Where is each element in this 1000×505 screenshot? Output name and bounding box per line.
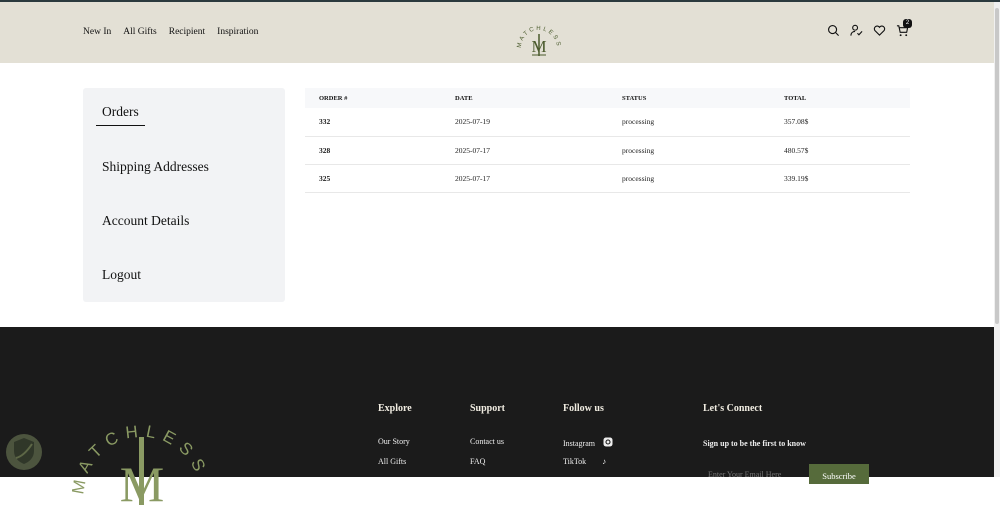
subscribe-button[interactable]: Subscribe <box>809 464 869 484</box>
column-total: TOTAL <box>784 88 910 108</box>
search-icon[interactable] <box>827 24 840 37</box>
main-nav: New In All Gifts Recipient Inspiration <box>83 27 258 37</box>
security-shield-badge-icon[interactable] <box>4 430 44 474</box>
sidebar-item-shipping-addresses[interactable]: Shipping Addresses <box>102 159 209 175</box>
footer-link-our-story[interactable]: Our Story <box>378 437 410 446</box>
order-date: 2025-07-17 <box>455 164 622 193</box>
tiktok-label: TikTok <box>563 457 587 466</box>
scrollbar-thumb[interactable] <box>995 8 999 324</box>
site-footer: MATCHLESS M Explore Our Story All Gifts … <box>0 327 994 505</box>
instagram-icon <box>603 437 613 447</box>
footer-support-heading: Support <box>470 403 506 414</box>
cart-count-badge: 2 <box>903 19 912 28</box>
column-order-number: ORDER # <box>305 88 455 108</box>
order-date: 2025-07-19 <box>455 108 622 137</box>
order-date: 2025-07-17 <box>455 136 622 165</box>
orders-table: ORDER # DATE STATUS TOTAL 332 2025-07-19… <box>305 88 910 193</box>
order-status: processing <box>622 108 784 137</box>
table-row[interactable]: 325 2025-07-17 processing 339.19$ <box>305 164 910 193</box>
order-total: 480.57$ <box>784 136 910 165</box>
column-status: STATUS <box>622 88 784 108</box>
nav-inspiration[interactable]: Inspiration <box>217 27 258 37</box>
account-sidebar: Orders Shipping Addresses Account Detail… <box>83 88 285 302</box>
table-row[interactable]: 332 2025-07-19 processing 357.08$ <box>305 108 910 137</box>
footer-link-contact-us[interactable]: Contact us <box>470 437 504 446</box>
nav-all-gifts[interactable]: All Gifts <box>123 27 157 37</box>
tiktok-icon: ♪ <box>602 457 607 466</box>
order-status: processing <box>622 136 784 165</box>
column-date: DATE <box>455 88 622 108</box>
nav-new-in[interactable]: New In <box>83 27 111 37</box>
site-header: New In All Gifts Recipient Inspiration M… <box>0 2 994 63</box>
footer-connect-heading: Let's Connect <box>703 403 763 414</box>
table-header-row: ORDER # DATE STATUS TOTAL <box>305 88 910 108</box>
footer-link-all-gifts[interactable]: All Gifts <box>378 457 406 466</box>
header-icons: 2 <box>827 19 912 37</box>
footer-matchless-logo: MATCHLESS M <box>72 421 205 505</box>
newsletter-email-input[interactable] <box>703 464 805 484</box>
order-total: 357.08$ <box>784 108 910 137</box>
footer-link-instagram[interactable]: Instagram <box>563 437 613 448</box>
order-number[interactable]: 332 <box>305 108 455 137</box>
order-number[interactable]: 328 <box>305 136 455 165</box>
sidebar-item-logout[interactable]: Logout <box>102 267 141 283</box>
order-status: processing <box>622 164 784 193</box>
newsletter-subtitle: Sign up to be the first to know <box>703 439 806 448</box>
order-number[interactable]: 325 <box>305 164 455 193</box>
footer-explore-heading: Explore <box>378 403 412 414</box>
instagram-label: Instagram <box>563 439 595 448</box>
footer-follow-heading: Follow us <box>563 403 604 414</box>
wishlist-heart-icon[interactable] <box>873 24 886 37</box>
cart-button[interactable]: 2 <box>896 19 912 37</box>
sidebar-item-account-details[interactable]: Account Details <box>102 213 189 229</box>
footer-link-tiktok[interactable]: TikTok ♪ <box>563 457 606 466</box>
table-row[interactable]: 328 2025-07-17 processing 480.57$ <box>305 136 910 165</box>
account-icon[interactable] <box>850 24 863 37</box>
footer-link-faq[interactable]: FAQ <box>470 457 485 466</box>
sidebar-item-orders[interactable]: Orders <box>96 104 145 126</box>
matchless-logo[interactable]: MATCHLESS M <box>515 8 563 60</box>
order-total: 339.19$ <box>784 164 910 193</box>
nav-recipient[interactable]: Recipient <box>169 27 205 37</box>
